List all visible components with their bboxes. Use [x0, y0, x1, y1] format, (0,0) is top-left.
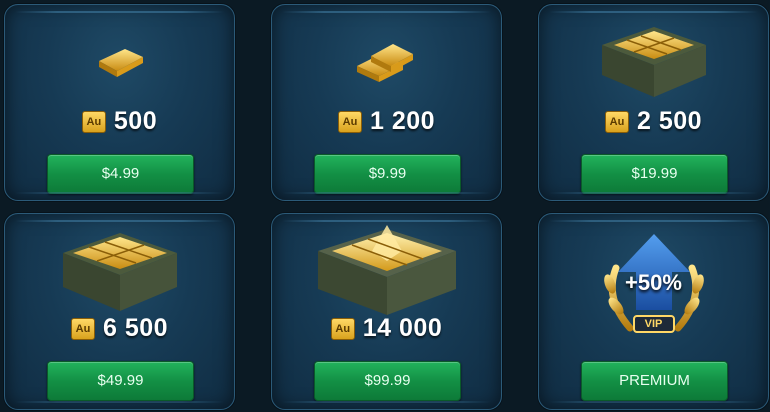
- gold-amount: 1 200: [369, 107, 436, 135]
- gold-chest-icon: [272, 224, 501, 315]
- amount-row: Au 6 500: [5, 314, 234, 343]
- gold-pack-6500[interactable]: Au 6 500 $49.99: [4, 213, 235, 410]
- gold-amount: 6 500: [102, 314, 169, 342]
- vip-badge: VIP: [644, 318, 663, 330]
- buy-button-49-99[interactable]: $49.99: [47, 361, 194, 401]
- buy-button-99-99[interactable]: $99.99: [314, 361, 461, 401]
- amount-row: Au 500: [5, 107, 234, 136]
- gold-crate-icon: [539, 15, 768, 105]
- gold-bars-icon: [272, 15, 501, 105]
- au-currency-icon: Au: [70, 317, 95, 340]
- gold-pack-500[interactable]: Au 500 $4.99: [4, 4, 235, 201]
- gold-crate-large-icon: [5, 224, 234, 314]
- buy-button-4-99[interactable]: $4.99: [47, 154, 194, 194]
- gold-amount: 14 000: [362, 314, 443, 342]
- au-currency-icon: Au: [330, 317, 355, 340]
- gold-bar-icon: [5, 15, 234, 105]
- au-currency-icon: Au: [604, 110, 629, 133]
- amount-row: Au 1 200: [272, 107, 501, 136]
- bonus-label: +50%: [625, 270, 682, 295]
- amount-row: Au 14 000: [272, 314, 501, 343]
- gold-amount: 500: [113, 107, 158, 135]
- gold-pack-14000[interactable]: Au 14 000 $99.99: [271, 213, 502, 410]
- premium-vip-pack[interactable]: +50% VIP PREMIUM: [538, 213, 769, 410]
- amount-row: Au 2 500: [539, 107, 768, 136]
- gold-amount: 2 500: [636, 107, 703, 135]
- gold-pack-2500[interactable]: Au 2 500 $19.99: [538, 4, 769, 201]
- gold-pack-1200[interactable]: Au 1 200 $9.99: [271, 4, 502, 201]
- premium-button[interactable]: PREMIUM: [581, 361, 728, 401]
- buy-button-9-99[interactable]: $9.99: [314, 154, 461, 194]
- store-grid: Au 500 $4.99 Au 1 200 $9.99 Au 2 500 $19…: [4, 4, 769, 410]
- buy-button-19-99[interactable]: $19.99: [581, 154, 728, 194]
- au-currency-icon: Au: [337, 110, 362, 133]
- au-currency-icon: Au: [81, 110, 106, 133]
